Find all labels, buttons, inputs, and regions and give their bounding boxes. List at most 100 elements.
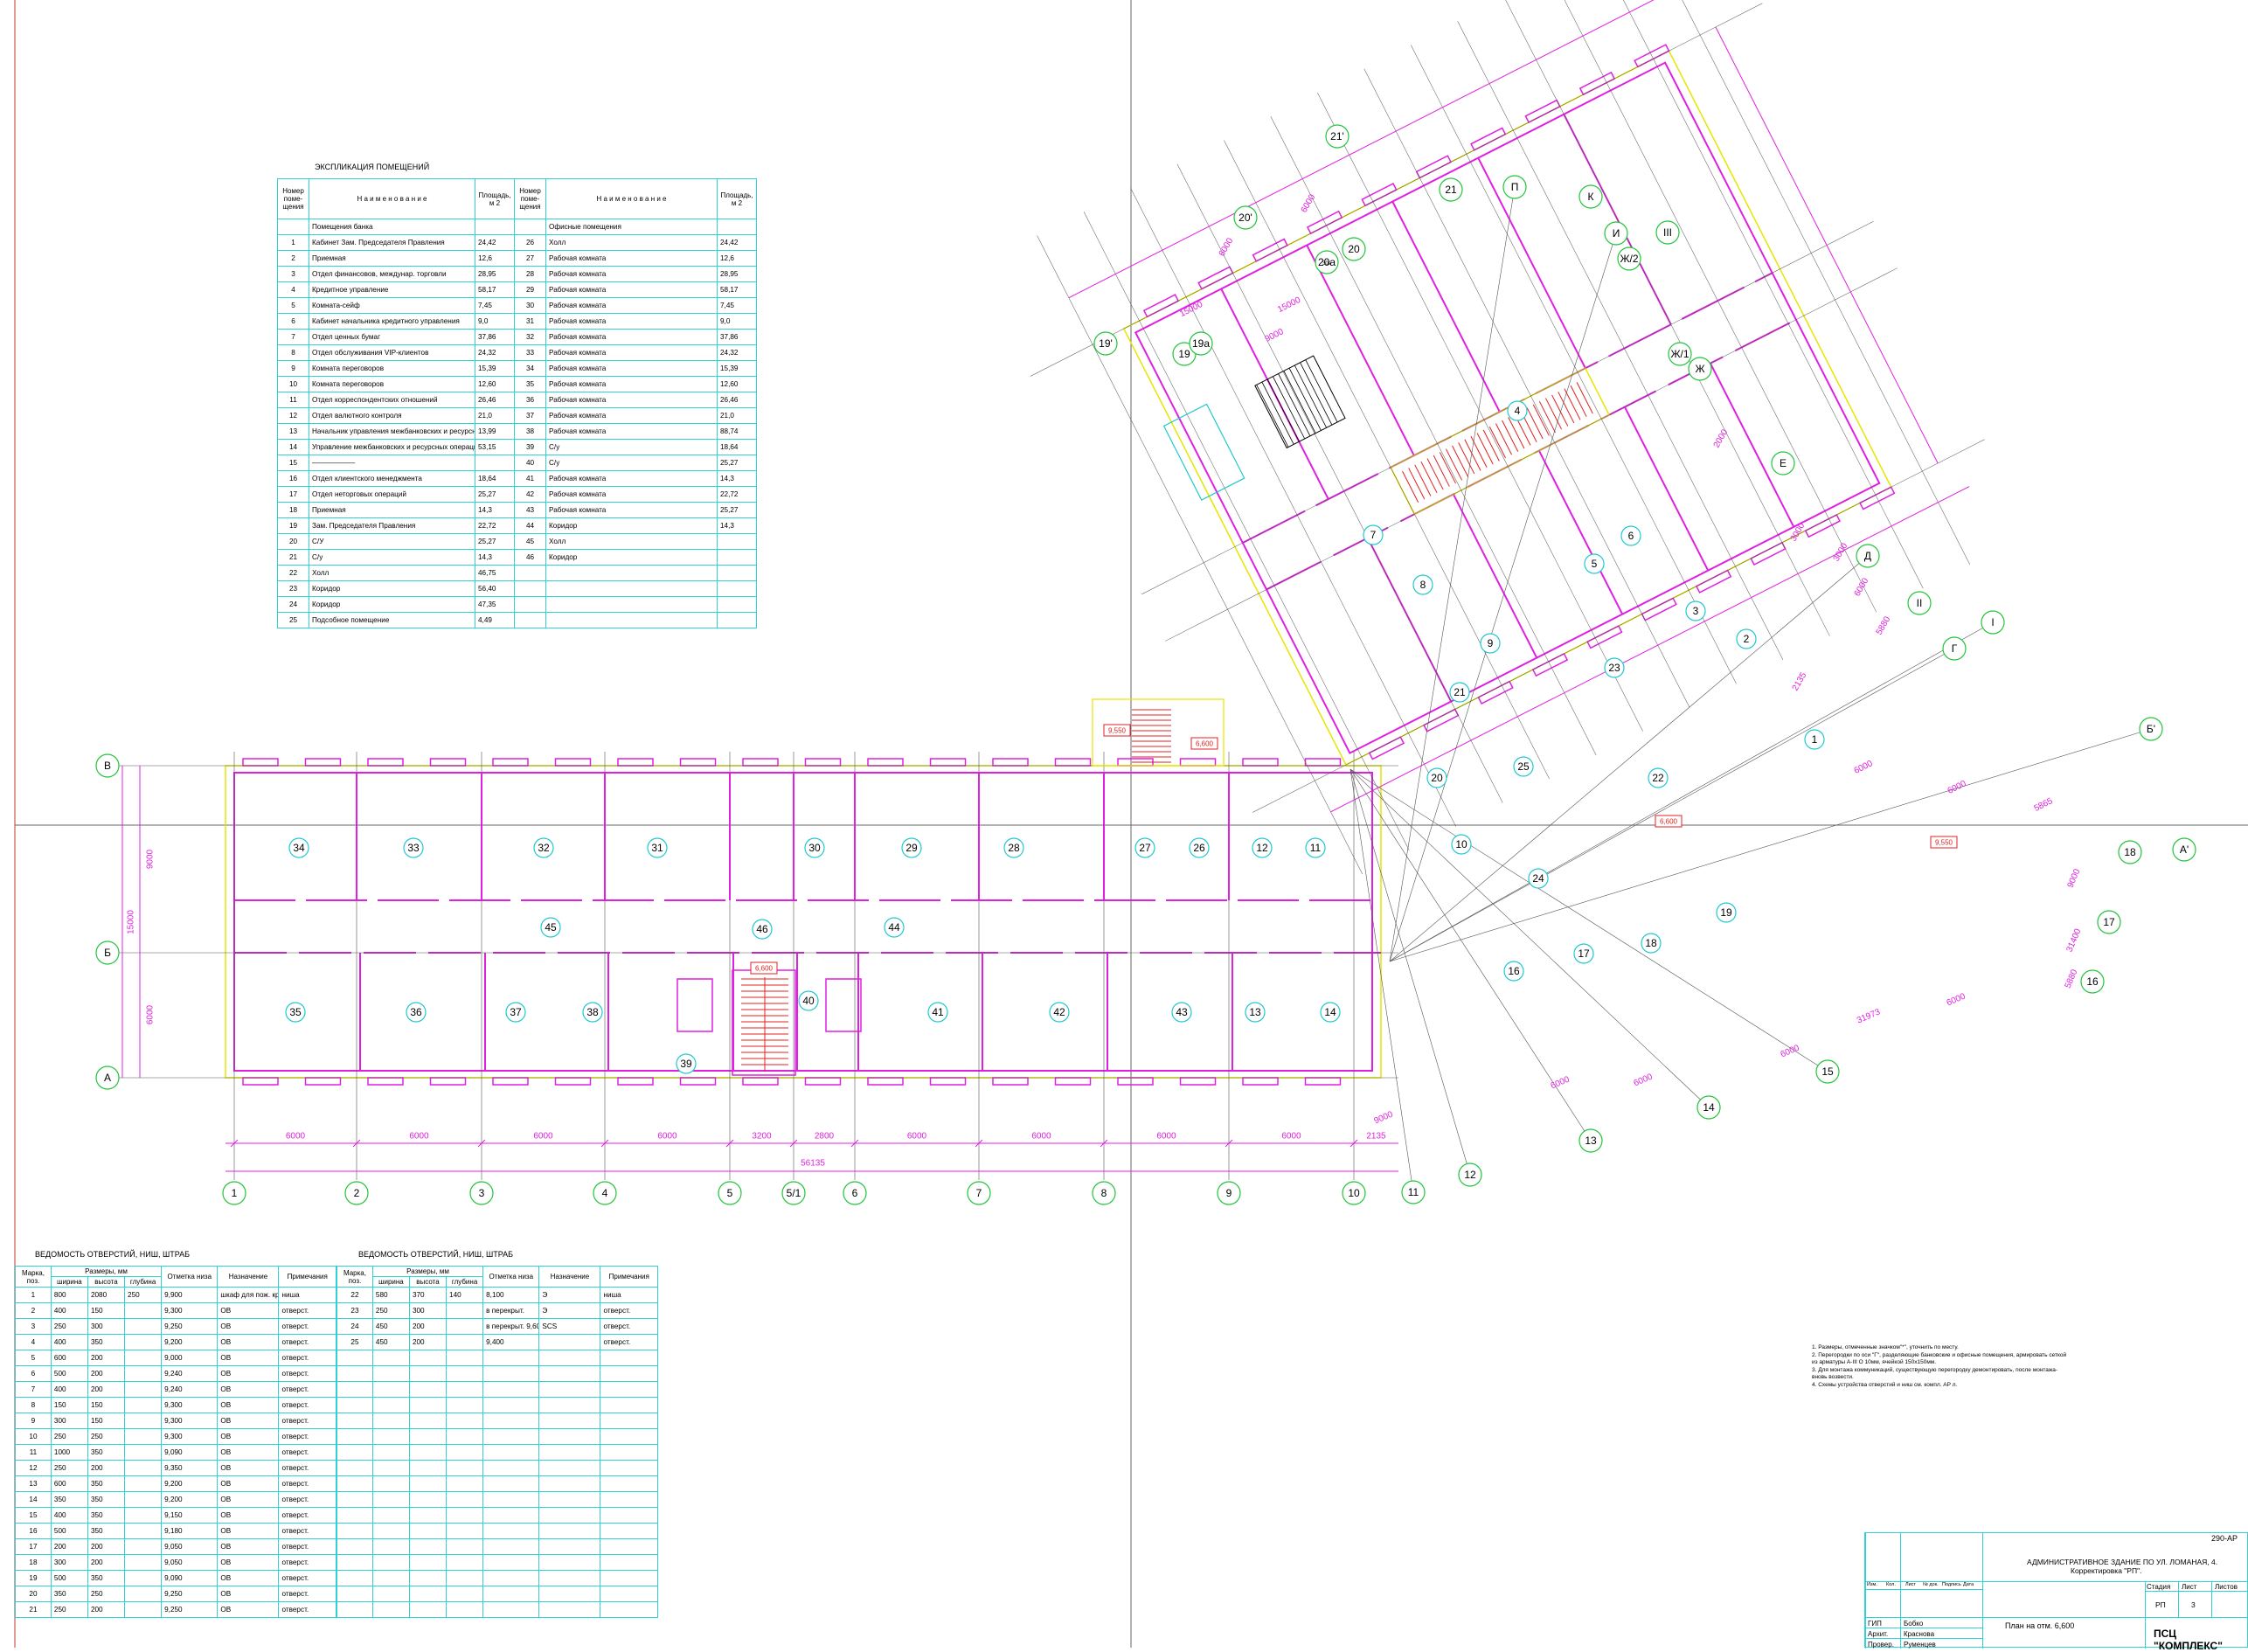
opening-note: отверст. — [278, 1460, 337, 1476]
opening-mark: 13 — [15, 1475, 52, 1492]
wing-dimension: 15000 — [1178, 300, 1204, 320]
table-row: 22 Холл 46,75 — [277, 565, 757, 581]
room-number: 9 — [277, 360, 309, 377]
table-row — [337, 1444, 658, 1461]
room-name: Отдел неторговых операций — [309, 486, 475, 503]
room-name: С/у — [545, 439, 718, 455]
note-line: 4. Схемы устройства отверстий и ниш см. … — [1812, 1381, 1958, 1388]
axis-bubble-wing: II — [1917, 597, 1923, 609]
room-name: Отдел клиентского менеджмента — [309, 470, 475, 487]
room-number: 41 — [514, 470, 546, 487]
note-line: 1. Размеры, отмеченные значком"*", уточн… — [1812, 1344, 1959, 1350]
room-name: С/у — [545, 455, 718, 471]
room-area: 37,86 — [475, 329, 515, 345]
table-row — [337, 1460, 658, 1476]
opening-width: 1000 — [50, 1444, 88, 1461]
wing-dimension: 5880 — [1875, 614, 1893, 636]
opening-purpose — [538, 1601, 601, 1618]
window — [1179, 758, 1217, 767]
opening-purpose — [538, 1381, 601, 1398]
opening-purpose: ОВ — [217, 1381, 280, 1398]
axis-bubble-wing: Е — [1780, 457, 1787, 469]
opening-depth — [446, 1397, 484, 1413]
opening-width: 200 — [50, 1538, 88, 1555]
room-name: Начальник управления межбанковских и рес… — [309, 423, 475, 440]
opening-purpose — [538, 1460, 601, 1476]
wc-partition — [825, 978, 862, 1032]
opening-purpose: ОВ — [217, 1428, 280, 1445]
opening-purpose: ОВ — [217, 1601, 280, 1618]
table-row: 13 Начальник управления межбанковских и р… — [277, 423, 757, 440]
opening-note — [600, 1460, 658, 1476]
room-label-13: 13 — [1249, 1006, 1261, 1018]
opening-purpose: ОВ — [217, 1491, 280, 1508]
stamp-object: АДМИНИСТРАТИВНОЕ ЗДАНИЕ ПО УЛ. ЛОМАНАЯ, … — [2027, 1558, 2218, 1566]
opening-level: 9,090 — [161, 1444, 219, 1461]
opening-mark — [337, 1491, 373, 1508]
opening-level: в перекрыт. — [482, 1302, 540, 1319]
window — [867, 1077, 904, 1086]
room-area: 7,45 — [475, 297, 515, 314]
wing-stair-step — [1482, 429, 1500, 462]
main-building-wing — [105, 698, 1398, 1180]
wing-axis-line — [1130, 187, 1456, 827]
wing-axis-line — [1551, 0, 1877, 613]
room-label-23: 23 — [1608, 662, 1620, 674]
opening-height — [408, 1601, 448, 1618]
table-row: Помещения банка Офисные помещения — [277, 219, 757, 235]
opening-note — [600, 1350, 658, 1366]
opening-width — [371, 1491, 410, 1508]
wing-stair-step — [1576, 382, 1593, 414]
col-depth-2: глубина — [446, 1276, 484, 1288]
wing-stair-step — [1452, 445, 1469, 477]
opening-level — [482, 1397, 540, 1413]
opening-note: отверст. — [278, 1586, 337, 1602]
dimension-left-total: 15000 — [127, 910, 136, 934]
opening-note: отверст. — [278, 1302, 337, 1319]
table-row — [337, 1554, 658, 1571]
window — [554, 1077, 592, 1086]
wing-partition — [1452, 494, 1538, 659]
room-number — [514, 596, 546, 613]
level-mark: 9,550 — [1935, 839, 1953, 847]
table-row — [337, 1428, 658, 1445]
room-label-18: 18 — [1645, 937, 1657, 949]
opening-height — [408, 1538, 448, 1555]
opening-note — [600, 1475, 658, 1492]
room-label-46: 46 — [756, 923, 768, 935]
opening-level: 9,200 — [161, 1491, 219, 1508]
table-row: 9 Комната переговоров 15,39 34 Рабочая комна… — [277, 360, 757, 377]
dimension-label: 6000 — [1031, 1132, 1051, 1142]
window — [554, 758, 592, 767]
room-area — [717, 580, 757, 597]
dimension-label: 3200 — [752, 1132, 772, 1142]
opening-purpose — [538, 1586, 601, 1602]
opening-mark — [337, 1444, 373, 1461]
room-name: Отдел корреспондентских отношений — [309, 392, 475, 408]
opening-mark — [337, 1507, 373, 1524]
table-row: 15 —————— 40 С/у 25,27 — [277, 455, 757, 471]
axis-bubble-wing: I — [1991, 616, 1994, 628]
opening-mark: 19 — [15, 1570, 52, 1586]
level-mark: 6,600 — [755, 965, 774, 973]
opening-mark: 4 — [15, 1334, 52, 1350]
axis-bubble-wing: Ж/1 — [1670, 348, 1689, 360]
room-area: 24,32 — [475, 344, 515, 361]
opening-purpose: ОВ — [217, 1507, 280, 1524]
room-name: Рабочая комната — [545, 407, 718, 424]
room-label-28: 28 — [1008, 842, 1020, 854]
room-number: 17 — [277, 486, 309, 503]
opening-width: 250 — [50, 1428, 88, 1445]
wing-stair-step — [1439, 452, 1456, 484]
table-row: 8 150 150 9,300 ОВ отверст. — [15, 1397, 337, 1413]
wing-stair-nw-step — [1266, 378, 1300, 442]
room-label-7: 7 — [1370, 529, 1377, 541]
opening-height: 350 — [87, 1507, 126, 1524]
room-label-21: 21 — [1454, 686, 1466, 698]
wing-axis-line — [1363, 68, 1690, 708]
opening-level: 9,000 — [161, 1350, 219, 1366]
explication-header-name: Н а и м е н о в а н и е — [309, 178, 475, 219]
col-width: ширина — [50, 1276, 88, 1288]
opening-level — [482, 1475, 540, 1492]
wing-stair-step — [1545, 398, 1563, 430]
